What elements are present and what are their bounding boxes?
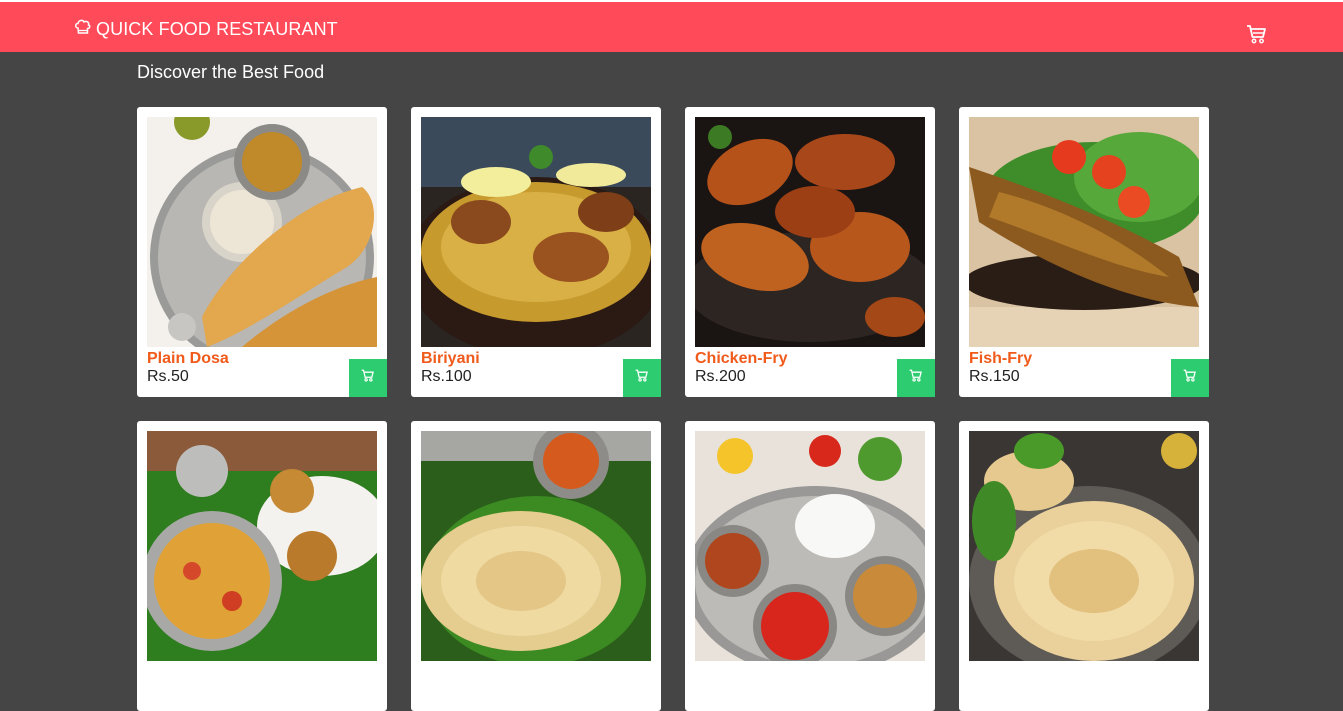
cart-icon — [1246, 25, 1268, 50]
food-price: Rs.200 — [695, 368, 746, 385]
navbar: QUICK FOOD RESTAURANT — [0, 2, 1343, 52]
page-title: Discover the Best Food — [137, 62, 325, 82]
food-image[interactable] — [421, 431, 651, 661]
food-image[interactable] — [421, 117, 651, 347]
cart-button[interactable] — [1246, 24, 1268, 46]
food-price: Rs.50 — [147, 368, 189, 385]
chef-hat-icon — [74, 18, 96, 41]
food-card: Plain Dosa Rs.50 — [137, 107, 387, 397]
food-card — [137, 421, 387, 711]
food-price: Rs.100 — [421, 368, 472, 385]
food-image[interactable] — [147, 431, 377, 661]
food-name: Biriyani — [421, 350, 480, 367]
add-to-cart-button[interactable] — [349, 359, 387, 397]
brand-title: QUICK FOOD RESTAURANT — [96, 19, 338, 39]
food-image[interactable] — [969, 117, 1199, 347]
food-image[interactable] — [147, 117, 377, 347]
food-card — [411, 421, 661, 711]
food-name: Plain Dosa — [147, 350, 229, 367]
food-card: Chicken-Fry Rs.200 — [685, 107, 935, 397]
food-price: Rs.150 — [969, 368, 1020, 385]
brand[interactable]: QUICK FOOD RESTAURANT — [74, 18, 338, 41]
add-to-cart-button[interactable] — [623, 359, 661, 397]
food-image[interactable] — [695, 117, 925, 347]
cart-icon — [909, 369, 923, 388]
cart-icon — [635, 369, 649, 388]
food-card: Fish-Fry Rs.150 — [959, 107, 1209, 397]
cart-icon — [1183, 369, 1197, 388]
food-name: Chicken-Fry — [695, 350, 788, 367]
add-to-cart-button[interactable] — [897, 359, 935, 397]
food-card — [959, 421, 1209, 711]
food-name: Fish-Fry — [969, 350, 1033, 367]
food-image[interactable] — [969, 431, 1199, 661]
food-card: Biriyani Rs.100 — [411, 107, 661, 397]
cart-icon — [361, 369, 375, 388]
food-image[interactable] — [695, 431, 925, 661]
add-to-cart-button[interactable] — [1171, 359, 1209, 397]
food-card — [685, 421, 935, 711]
